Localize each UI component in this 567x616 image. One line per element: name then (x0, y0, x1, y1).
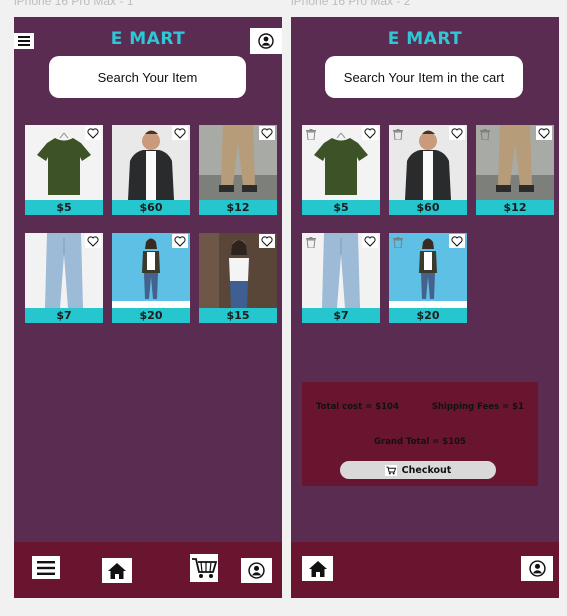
product-card[interactable]: $60 (112, 125, 190, 215)
heart-icon (174, 235, 186, 247)
trash-icon (306, 128, 316, 140)
profile-nav-button[interactable] (241, 558, 272, 583)
brand-logo: E MART (387, 29, 463, 49)
menu-icon (37, 560, 55, 575)
cart-item[interactable]: $5 (302, 125, 380, 215)
cart-item[interactable]: $20 (389, 233, 467, 323)
heart-icon (174, 127, 186, 139)
heart-icon (87, 235, 99, 247)
profile-nav-button[interactable] (521, 556, 553, 581)
home-icon (308, 560, 327, 577)
total-cost: Total cost = $104 (316, 402, 399, 412)
cart-nav-button[interactable] (190, 554, 218, 582)
cart-icon (384, 464, 397, 476)
favorite-button[interactable] (172, 126, 188, 140)
trash-icon (393, 128, 403, 140)
checkout-label: Checkout (401, 464, 452, 476)
product-price: $7 (25, 308, 103, 323)
favorite-button[interactable] (85, 234, 101, 248)
home-icon (108, 562, 126, 579)
favorite-button[interactable] (259, 126, 275, 140)
order-summary: Total cost = $104 Shipping Fees = $1 Gra… (302, 382, 538, 486)
cart-item[interactable]: $60 (389, 125, 467, 215)
menu-nav-button[interactable] (32, 556, 60, 579)
trash-icon (306, 236, 316, 248)
favorite-button[interactable] (362, 234, 378, 248)
product-card[interactable]: $20 (112, 233, 190, 323)
product-price: $7 (302, 308, 380, 323)
shipping-fees: Shipping Fees = $1 (431, 402, 524, 412)
checkout-button[interactable]: Checkout (340, 461, 496, 479)
product-price: $5 (25, 200, 103, 215)
profile-button[interactable] (250, 28, 282, 54)
frame-title-2: iPhone 16 Pro Max - 2 (291, 0, 411, 8)
product-price: $5 (302, 200, 380, 215)
cart-item[interactable]: $12 (476, 125, 554, 215)
remove-button[interactable] (392, 128, 404, 140)
screen-home: E MART Search Your Item $5 $60 $12 $7 $2… (14, 17, 282, 598)
favorite-button[interactable] (449, 126, 465, 140)
bottom-nav (291, 542, 559, 598)
heart-icon (364, 127, 376, 139)
product-price: $12 (199, 200, 277, 215)
cart-icon (192, 558, 217, 578)
favorite-button[interactable] (85, 126, 101, 140)
cart-item[interactable]: $7 (302, 233, 380, 323)
heart-icon (451, 127, 463, 139)
favorite-button[interactable] (259, 234, 275, 248)
trash-icon (393, 236, 403, 248)
favorite-button[interactable] (536, 126, 552, 140)
product-price: $20 (112, 308, 190, 323)
product-price: $60 (389, 200, 467, 215)
grand-total: Grand Total = $105 (374, 437, 466, 447)
bottom-nav (14, 542, 282, 598)
trash-icon (480, 128, 490, 140)
favorite-button[interactable] (172, 234, 188, 248)
search-input[interactable]: Search Your Item (49, 56, 246, 98)
product-card[interactable]: $15 (199, 233, 277, 323)
frame-title-1: iPhone 16 Pro Max - 1 (14, 0, 134, 8)
product-price: $12 (476, 200, 554, 215)
heart-icon (364, 235, 376, 247)
remove-button[interactable] (392, 236, 404, 248)
profile-icon (258, 33, 274, 49)
remove-button[interactable] (305, 236, 317, 248)
heart-icon (451, 235, 463, 247)
heart-icon (87, 127, 99, 139)
brand-logo: E MART (110, 29, 186, 49)
home-nav-button[interactable] (302, 556, 333, 581)
heart-icon (538, 127, 550, 139)
product-card[interactable]: $5 (25, 125, 103, 215)
heart-icon (261, 127, 273, 139)
cart-search-input[interactable]: Search Your Item in the cart (325, 56, 523, 98)
profile-icon (528, 560, 546, 577)
heart-icon (261, 235, 273, 247)
product-card[interactable]: $7 (25, 233, 103, 323)
product-price: $20 (389, 308, 467, 323)
profile-icon (248, 562, 265, 579)
remove-button[interactable] (479, 128, 491, 140)
product-card[interactable]: $12 (199, 125, 277, 215)
product-price: $60 (112, 200, 190, 215)
favorite-button[interactable] (449, 234, 465, 248)
remove-button[interactable] (305, 128, 317, 140)
product-price: $15 (199, 308, 277, 323)
favorite-button[interactable] (362, 126, 378, 140)
home-nav-button[interactable] (102, 558, 132, 583)
screen-cart: E MART Search Your Item in the cart $5 $… (291, 17, 559, 598)
